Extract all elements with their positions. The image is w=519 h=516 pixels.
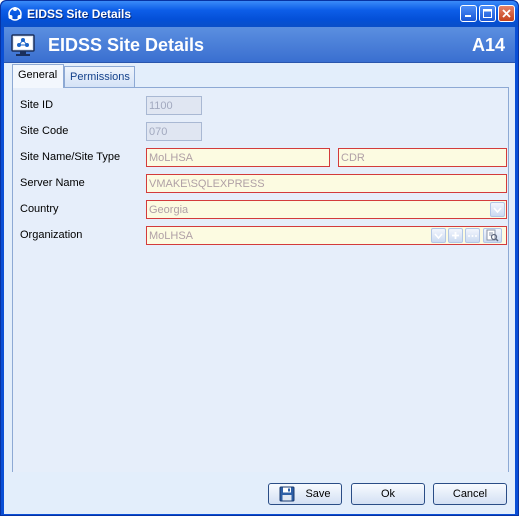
eidss-app-icon (8, 7, 22, 21)
plus-icon (452, 232, 459, 239)
chevron-down-icon (434, 232, 443, 239)
minimize-icon (465, 15, 471, 17)
country-label: Country (20, 203, 59, 215)
organization-label: Organization (20, 229, 83, 241)
country-value: Georgia (149, 204, 189, 216)
floppy-disk-icon (279, 486, 295, 502)
dialog-footer: Save Ok Cancel (7, 472, 512, 512)
tab-general[interactable]: General (12, 64, 64, 88)
save-button-label: Save (305, 488, 331, 500)
ok-button-label: Ok (380, 488, 396, 500)
site-code-field[interactable]: 070 (146, 122, 202, 141)
server-name-field[interactable]: VMAKE\SQLEXPRESS (146, 174, 507, 193)
tab-permissions[interactable]: Permissions (64, 66, 135, 88)
organization-browse-button[interactable] (465, 228, 480, 243)
document-search-icon (486, 229, 499, 242)
country-combo[interactable]: Georgia (146, 200, 507, 219)
cancel-button-label: Cancel (452, 488, 488, 500)
site-details-icon (11, 34, 35, 56)
form-title: EIDSS Site Details (48, 35, 205, 55)
maximize-icon (483, 9, 492, 18)
save-button[interactable]: Save (268, 483, 342, 505)
close-button[interactable] (498, 5, 515, 22)
minimize-button[interactable] (460, 5, 477, 22)
ellipsis-icon (468, 234, 477, 237)
ok-button[interactable]: Ok (351, 483, 425, 505)
cancel-button[interactable]: Cancel (433, 483, 507, 505)
dialog-client-area: EIDSS Site Details A14 General Permissio… (4, 27, 515, 514)
general-tab-panel: Site ID 1100 Site Code 070 Site Name/Sit… (12, 87, 509, 473)
organization-value: MoLHSA (149, 230, 194, 242)
site-type-field[interactable]: CDR (338, 148, 507, 167)
organization-search-button[interactable] (483, 228, 502, 243)
organization-combo[interactable]: MoLHSA (146, 226, 507, 245)
form-code: A14 (471, 35, 505, 55)
server-name-label: Server Name (20, 177, 85, 189)
window-title: EIDSS Site Details (27, 7, 132, 21)
site-name-field[interactable]: MoLHSA (146, 148, 330, 167)
site-id-field[interactable]: 1100 (146, 96, 202, 115)
maximize-button[interactable] (479, 5, 496, 22)
site-id-label: Site ID (20, 99, 54, 111)
site-name-type-label: Site Name/Site Type (20, 151, 121, 163)
site-code-label: Site Code (20, 125, 69, 137)
form-header: EIDSS Site Details A14 (4, 27, 515, 63)
chevron-down-icon (493, 206, 502, 213)
organization-dropdown-button[interactable] (431, 228, 446, 243)
close-icon (502, 9, 511, 18)
title-bar[interactable]: EIDSS Site Details (1, 1, 518, 27)
organization-add-button[interactable] (448, 228, 463, 243)
country-dropdown-button[interactable] (490, 202, 505, 217)
window: EIDSS Site Details EIDSS Site Details A1… (0, 0, 519, 516)
